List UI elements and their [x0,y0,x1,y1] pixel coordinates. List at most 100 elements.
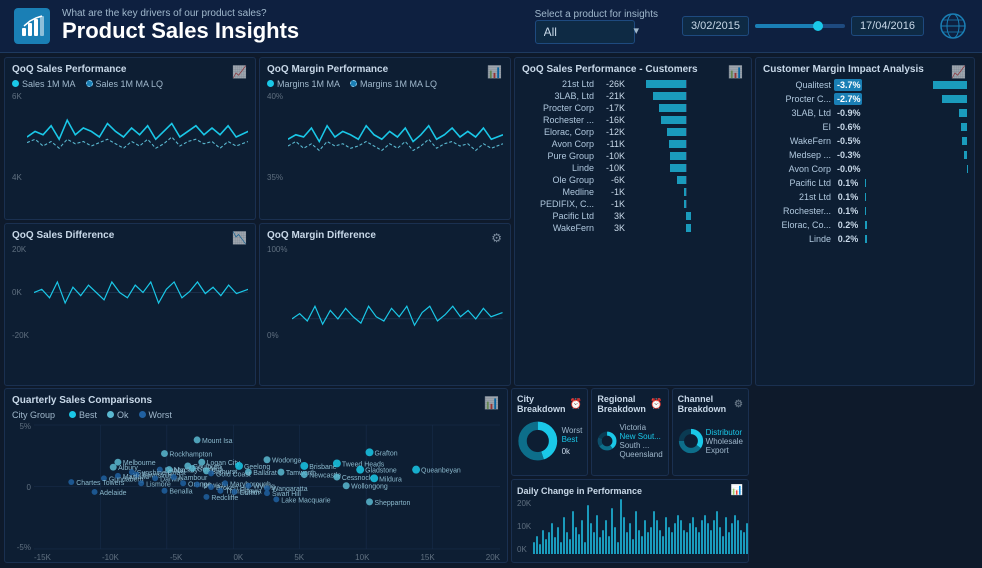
customer-row: Pacific Ltd 3K [522,211,744,221]
customer-row: Ole Group -6K [522,175,744,185]
date-to[interactable]: 17/04/2016 [851,16,924,36]
daily-bar [635,511,637,554]
regional-breakdown-panel: Regional Breakdown ⏰ Victoria New Sout..… [591,388,668,476]
daily-bar [584,542,586,554]
margin-perf-chart: 40% 35% [267,92,503,182]
svg-text:Gold Coast: Gold Coast [216,471,251,478]
daily-bar [677,515,679,554]
margin-perf-icon[interactable]: 📊 [487,65,502,79]
margin-perf-legend: Margins 1M MA Margins 1M MA LQ [267,79,503,89]
daily-bar [653,511,655,554]
margin-row: Avon Corp -0.0% [763,163,967,175]
regional-title: Regional Breakdown ⏰ [597,394,662,414]
svg-text:Brisbane: Brisbane [309,464,337,471]
svg-text:Lismore: Lismore [146,481,171,488]
daily-bar [608,536,610,554]
daily-bar [698,532,700,554]
globe-icon[interactable] [938,11,968,41]
svg-text:Griffith: Griffith [239,490,259,497]
customer-row: Avon Corp -11K [522,139,744,149]
svg-text:Grafton: Grafton [374,450,397,457]
sales-perf-icon[interactable]: 📈 [232,65,247,79]
margin-sparkline [288,92,503,182]
daily-bar [575,527,577,554]
sales-diff-sparkline [34,245,248,340]
svg-text:Wollongong: Wollongong [351,484,388,491]
daily-bar [683,530,685,554]
daily-bar [665,517,667,554]
margin-diff-sparkline [292,245,503,340]
daily-bar [590,523,592,554]
daily-bar [671,532,673,554]
svg-text:Mount Isa: Mount Isa [202,438,233,445]
daily-perf-panel: Daily Change in Performance 📊 20K 10K 0K [511,479,749,563]
title-block: What are the key drivers of our product … [62,8,299,43]
margin-diff-panel: QoQ Margin Difference ⚙ 100% 0% [259,223,511,386]
daily-bar [638,530,640,554]
svg-text:Ballarat: Ballarat [253,470,277,477]
customers-rows: 21st Ltd -26K 3LAB, Ltd -21K Procter Cor… [522,79,744,233]
margin-row: Procter C... -2.7% [763,93,967,105]
daily-bar [647,532,649,554]
date-range: 3/02/2015 17/04/2016 [682,16,924,36]
channel-breakdown-panel: Channel Breakdown ⚙ Distributor Wholesal… [672,388,749,476]
svg-text:Rockhampton: Rockhampton [169,452,212,459]
margin-diff-icon[interactable]: ⚙ [491,231,502,245]
quarterly-icon[interactable]: 📊 [484,396,499,410]
margin-diff-title: QoQ Margin Difference [267,230,503,241]
sales-diff-chart: 20K 0K -20K [12,245,248,340]
date-slider[interactable] [755,24,845,28]
customer-row: Medline -1K [522,187,744,197]
daily-bar [548,532,550,554]
daily-bar [659,530,661,554]
daily-bar [722,536,724,554]
daily-bar [626,532,628,554]
customer-row: WakeFern 3K [522,223,744,233]
daily-bar [560,542,562,554]
svg-text:Wodonga: Wodonga [272,458,302,465]
daily-bar [554,537,556,554]
sales-diff-icon[interactable]: 📉 [232,231,247,245]
product-select-wrapper[interactable]: All Product A Product B [535,20,646,44]
quarterly-title: Quarterly Sales Comparisons [12,395,500,406]
daily-bar [596,515,598,554]
breakdown-row: City Breakdown ⏰ Worst Best 0k [511,388,749,476]
margin-row: Qualitest -3.7% [763,79,967,91]
margin-row: WakeFern -0.5% [763,135,967,147]
customers-title: QoQ Sales Performance - Customers [522,64,744,75]
cust-margin-icon[interactable]: 📈 [951,65,966,79]
quarterly-panel: Quarterly Sales Comparisons 📊 City Group… [4,388,508,563]
daily-bar [536,536,538,554]
customer-row: 21st Ltd -26K [522,79,744,89]
margin-row: Linde 0.2% [763,233,967,245]
daily-bar [563,517,565,554]
svg-text:Lake Macquarie: Lake Macquarie [281,497,331,504]
daily-chart: 20K 10K 0K [517,499,743,554]
sales-perf-title: QoQ Sales Performance [12,64,248,75]
daily-icon[interactable]: 📊 [731,485,743,496]
daily-bar [650,527,652,554]
daily-bar [641,536,643,554]
date-from[interactable]: 3/02/2015 [682,16,749,36]
daily-bar [737,520,739,554]
daily-bar [569,539,571,554]
page-title: Product Sales Insights [62,19,299,43]
logo [14,8,50,44]
margin-diff-chart: 100% 0% [267,245,503,340]
daily-bar [734,515,736,554]
product-select[interactable]: All Product A Product B [535,20,635,44]
daily-bar [599,537,601,554]
daily-bar [692,517,694,554]
svg-text:Gladstone: Gladstone [365,468,397,475]
daily-bar [656,520,658,554]
margin-perf-title: QoQ Margin Performance [267,64,503,75]
margin-row: Rochester... 0.1% [763,205,967,217]
margin-row: EI -0.6% [763,121,967,133]
daily-bar [551,523,553,554]
customer-row: PEDIFIX, C... -1K [522,199,744,209]
city-donut [517,417,559,465]
quarterly-scatter: Mount IsaRockhamptonGraftonMelbourneLoga… [34,422,500,552]
daily-bar [740,530,742,554]
customers-icon[interactable]: 📊 [728,65,743,79]
svg-text:Shepparton: Shepparton [374,500,410,507]
